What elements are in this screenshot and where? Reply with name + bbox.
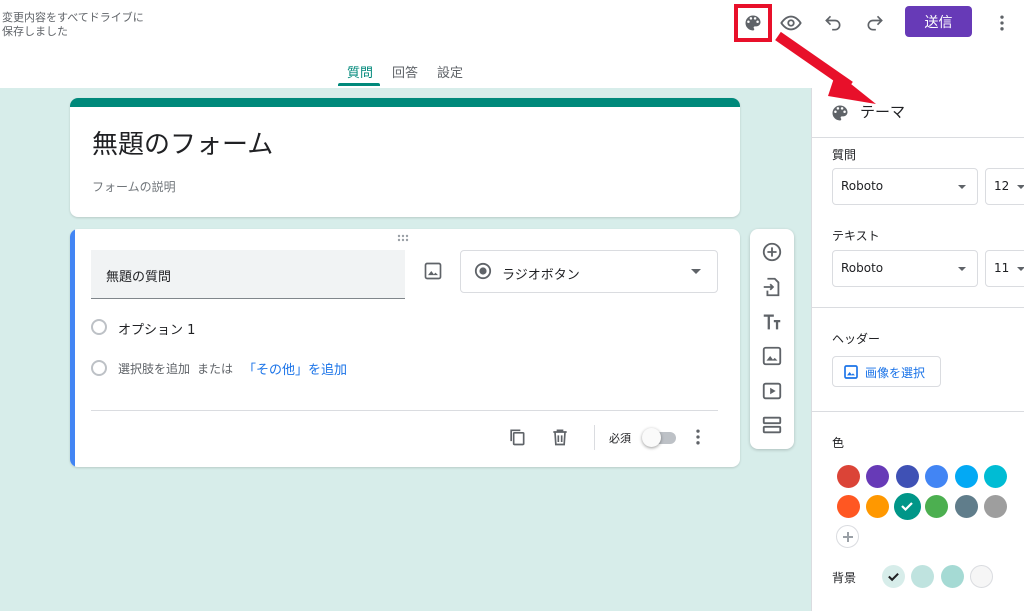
more-vert-icon xyxy=(1000,15,1004,31)
color-swatch[interactable] xyxy=(925,464,948,488)
question-font-label: 質問 xyxy=(832,148,857,162)
active-tab-indicator xyxy=(338,83,380,86)
add-image-icon[interactable] xyxy=(423,261,443,281)
chevron-down-icon xyxy=(1017,185,1024,189)
color-swatch[interactable] xyxy=(984,494,1007,518)
save-status: 変更内容をすべてドライブに 保存しました xyxy=(2,11,152,39)
question-type-select[interactable] xyxy=(460,250,718,293)
custom-color-button[interactable] xyxy=(836,525,859,548)
save-status-line2: 保存しました xyxy=(2,25,68,38)
option-radio xyxy=(91,319,107,335)
add-question-icon[interactable] xyxy=(761,241,783,263)
option-label[interactable]: オプション 1 xyxy=(118,319,195,338)
color-swatch[interactable] xyxy=(954,494,978,518)
tab-questions[interactable]: 質問 xyxy=(347,62,373,81)
title-text-icon[interactable] xyxy=(761,311,783,333)
chevron-down-icon xyxy=(691,269,701,274)
add-option-link[interactable]: 選択肢を追加 xyxy=(118,360,190,377)
color-swatch-selected[interactable] xyxy=(893,492,921,520)
color-swatch[interactable] xyxy=(866,494,889,518)
duplicate-icon[interactable] xyxy=(507,427,527,447)
more-options-button[interactable] xyxy=(986,9,1018,37)
panel-divider xyxy=(812,307,1024,308)
color-label: 色 xyxy=(832,436,845,450)
send-button[interactable]: 送信 xyxy=(905,6,972,37)
section-icon[interactable] xyxy=(761,414,783,436)
background-swatch-selected[interactable] xyxy=(881,564,905,588)
question-type-label: ラジオボタン xyxy=(502,268,580,283)
add-other-link[interactable]: 「その他」を追加 xyxy=(243,359,347,378)
chevron-down-icon xyxy=(958,267,966,271)
annotation-arrow xyxy=(775,31,876,104)
color-swatch[interactable] xyxy=(984,464,1007,488)
title-card-band xyxy=(70,98,740,107)
color-swatch[interactable] xyxy=(895,464,919,488)
color-swatch[interactable] xyxy=(954,464,978,488)
drag-handle-icon[interactable] xyxy=(397,234,413,242)
form-description[interactable]: フォームの説明 xyxy=(92,178,176,195)
add-option-radio xyxy=(91,360,107,376)
text-size-value: 11 xyxy=(994,261,1010,275)
save-status-line1: 変更内容をすべてドライブに xyxy=(2,11,144,24)
plus-icon xyxy=(842,531,853,542)
video-icon[interactable] xyxy=(761,380,783,402)
tab-settings[interactable]: 設定 xyxy=(437,62,463,81)
question-title[interactable]: 無題の質問 xyxy=(106,266,171,285)
image-icon xyxy=(844,365,858,379)
check-icon xyxy=(901,502,913,512)
color-swatch[interactable] xyxy=(925,494,948,518)
background-swatch[interactable] xyxy=(970,564,993,588)
text-font-value: Roboto xyxy=(841,261,884,275)
text-font-label: テキスト xyxy=(832,229,880,243)
question-footer-divider xyxy=(91,410,718,411)
color-swatch[interactable] xyxy=(866,464,889,488)
question-size-value: 12 xyxy=(994,179,1010,193)
delete-icon[interactable] xyxy=(550,427,570,447)
chevron-down-icon xyxy=(958,185,966,189)
import-questions-icon[interactable] xyxy=(761,276,783,298)
check-icon xyxy=(887,572,899,581)
color-swatch[interactable] xyxy=(836,464,860,488)
panel-divider xyxy=(812,411,1024,412)
form-title-card[interactable]: 無題のフォーム xyxy=(70,98,740,217)
color-swatch[interactable] xyxy=(836,494,860,518)
tab-responses[interactable]: 回答 xyxy=(392,62,418,81)
palette-icon xyxy=(745,15,761,31)
required-toggle-knob[interactable] xyxy=(642,428,661,447)
footer-separator xyxy=(594,425,595,450)
active-card-accent xyxy=(70,229,75,467)
or-text: または xyxy=(197,362,234,376)
radio-button-icon xyxy=(474,262,492,280)
required-label: 必須 xyxy=(609,432,631,445)
more-vert-icon[interactable] xyxy=(688,427,708,447)
header-label: ヘッダー xyxy=(832,332,881,346)
panel-divider xyxy=(812,137,1024,138)
image-icon[interactable] xyxy=(761,345,783,367)
select-image-label: 画像を選択 xyxy=(865,366,926,380)
background-swatch[interactable] xyxy=(940,564,964,588)
customize-theme-button[interactable] xyxy=(734,4,772,42)
question-font-value: Roboto xyxy=(841,179,884,193)
chevron-down-icon xyxy=(1017,267,1024,271)
background-swatch[interactable] xyxy=(911,564,934,588)
form-title[interactable]: 無題のフォーム xyxy=(92,124,273,161)
background-label: 背景 xyxy=(832,571,857,585)
